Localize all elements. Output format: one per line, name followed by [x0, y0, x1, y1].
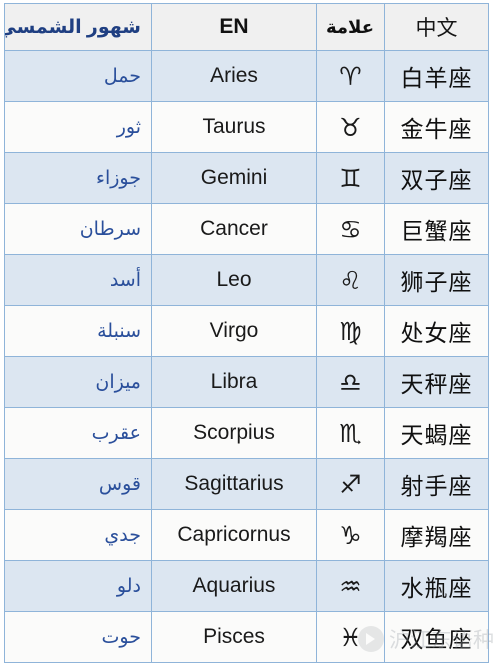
cell-english-name: Capricornus — [151, 509, 317, 561]
cell-chinese-name: 射手座 — [384, 458, 489, 510]
zodiac-table-container: شهور الشمسي EN علامة 中文 حمل Aries ♈ 白羊座 ثور T… — [4, 3, 489, 663]
table-row: سرطان Cancer ♋ 巨蟹座 — [4, 203, 489, 255]
cell-english-name: Cancer — [151, 203, 317, 255]
cell-arabic-name: جدي — [4, 509, 152, 561]
table-row: سنبلة Virgo ♍ 处女座 — [4, 305, 489, 357]
cell-arabic-name: حوت — [4, 611, 152, 663]
zodiac-signs-table: شهور الشمسي EN علامة 中文 حمل Aries ♈ 白羊座 ثور T… — [4, 3, 489, 663]
cell-english-name: Scorpius — [151, 407, 317, 459]
cell-arabic-name: ثور — [4, 101, 152, 153]
cell-english-name: Gemini — [151, 152, 317, 204]
cell-english-name: Aries — [151, 50, 317, 102]
leo-glyph: ♌ — [316, 254, 385, 306]
cell-english-name: Virgo — [151, 305, 317, 357]
cell-arabic-name: عقرب — [4, 407, 152, 459]
cell-chinese-name: 狮子座 — [384, 254, 489, 306]
cell-english-name: Leo — [151, 254, 317, 306]
cell-arabic-name: ميزان — [4, 356, 152, 408]
column-header-symbol: علامة — [316, 3, 385, 51]
scorpius-glyph: ♏ — [316, 407, 385, 459]
table-row: ميزان Libra ♎ 天秤座 — [4, 356, 489, 408]
cancer-glyph: ♋ — [316, 203, 385, 255]
table-header-row: شهور الشمسي EN علامة 中文 — [4, 3, 489, 51]
table-row: جدي Capricornus ♑ 摩羯座 — [4, 509, 489, 561]
table-row: حمل Aries ♈ 白羊座 — [4, 50, 489, 102]
cell-arabic-name: دلو — [4, 560, 152, 612]
cell-chinese-name: 摩羯座 — [384, 509, 489, 561]
table-row: أسد Leo ♌ 狮子座 — [4, 254, 489, 306]
pisces-glyph: ♓ — [316, 611, 385, 663]
cell-arabic-name: حمل — [4, 50, 152, 102]
gemini-glyph: ♊ — [316, 152, 385, 204]
aquarius-glyph: ♒ — [316, 560, 385, 612]
aries-glyph: ♈ — [316, 50, 385, 102]
cell-chinese-name: 白羊座 — [384, 50, 489, 102]
cell-chinese-name: 巨蟹座 — [384, 203, 489, 255]
table-row: قوس Sagittarius ♐ 射手座 — [4, 458, 489, 510]
cell-arabic-name: قوس — [4, 458, 152, 510]
cell-arabic-name: جوزاء — [4, 152, 152, 204]
cell-chinese-name: 金牛座 — [384, 101, 489, 153]
cell-chinese-name: 水瓶座 — [384, 560, 489, 612]
table-row: جوزاء Gemini ♊ 双子座 — [4, 152, 489, 204]
cell-chinese-name: 双鱼座 — [384, 611, 489, 663]
cell-chinese-name: 处女座 — [384, 305, 489, 357]
cell-arabic-name: أسد — [4, 254, 152, 306]
capricornus-glyph: ♑ — [316, 509, 385, 561]
cell-english-name: Sagittarius — [151, 458, 317, 510]
table-body: حمل Aries ♈ 白羊座 ثور Taurus ♉ 金牛座 جوزاء Gemini ♊ 双子座… — [4, 50, 489, 663]
sagittarius-glyph: ♐ — [316, 458, 385, 510]
table-header: شهور الشمسي EN علامة 中文 — [4, 3, 489, 51]
cell-english-name: Libra — [151, 356, 317, 408]
table-row: دلو Aquarius ♒ 水瓶座 — [4, 560, 489, 612]
cell-arabic-name: سنبلة — [4, 305, 152, 357]
virgo-glyph: ♍ — [316, 305, 385, 357]
table-row: عقرب Scorpius ♏ 天蝎座 — [4, 407, 489, 459]
column-header-english: EN — [151, 3, 317, 51]
cell-english-name: Pisces — [151, 611, 317, 663]
cell-arabic-name: سرطان — [4, 203, 152, 255]
cell-chinese-name: 天秤座 — [384, 356, 489, 408]
cell-chinese-name: 天蝎座 — [384, 407, 489, 459]
table-row: ثور Taurus ♉ 金牛座 — [4, 101, 489, 153]
column-header-chinese: 中文 — [384, 3, 489, 51]
taurus-glyph: ♉ — [316, 101, 385, 153]
cell-english-name: Taurus — [151, 101, 317, 153]
column-header-arabic: شهور الشمسي — [4, 3, 152, 51]
table-row: حوت Pisces ♓ 双鱼座 — [4, 611, 489, 663]
libra-glyph: ♎ — [316, 356, 385, 408]
cell-english-name: Aquarius — [151, 560, 317, 612]
cell-chinese-name: 双子座 — [384, 152, 489, 204]
